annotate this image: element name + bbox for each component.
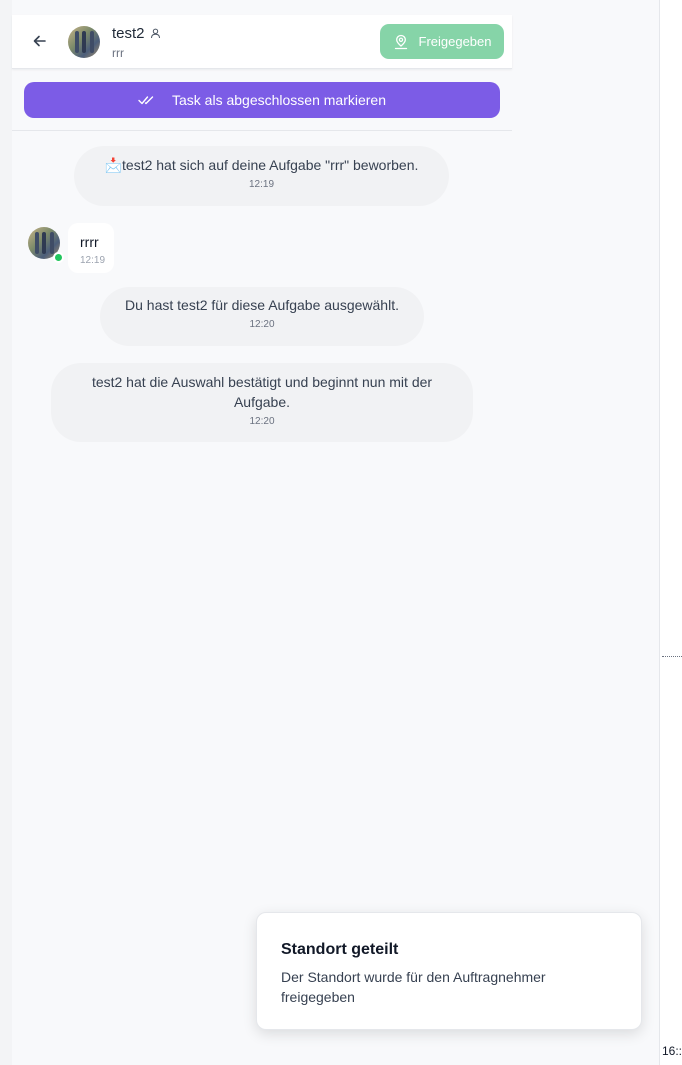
message-time: 12:20 bbox=[249, 319, 275, 330]
left-edge bbox=[0, 0, 12, 1065]
contact-name[interactable]: test2 bbox=[112, 25, 145, 42]
message-time: 12:19 bbox=[248, 179, 275, 190]
arrow-left-icon bbox=[33, 35, 46, 47]
chat-header: test2 rrr Freigegeben bbox=[12, 15, 512, 69]
toast-description: Der Standort wurde für den Auftragnehmer… bbox=[281, 969, 546, 1005]
message-time: 12:19 bbox=[80, 255, 106, 266]
contact-avatar[interactable] bbox=[68, 26, 100, 58]
message-text: test2 hat sich auf deine Aufgabe "rrr" b… bbox=[122, 157, 419, 173]
online-status-indicator bbox=[53, 252, 64, 263]
share-button-label: Freigegeben bbox=[418, 34, 492, 49]
task-subtitle: rrr bbox=[112, 46, 124, 60]
toast-notification[interactable]: Standort geteilt Der Standort wurde für … bbox=[256, 912, 642, 1030]
action-bar: Task als abgeschlossen markieren bbox=[12, 70, 512, 131]
user-message-bubble[interactable]: rrrr 12:19 bbox=[68, 223, 114, 273]
map-pin-icon bbox=[394, 34, 407, 49]
right-panel-edge bbox=[660, 0, 682, 1065]
double-check-icon bbox=[138, 96, 154, 105]
message-text: Du hast test2 für diese Aufgabe ausgewäh… bbox=[125, 297, 399, 313]
message-text: test2 hat die Auswahl bestätigt und begi… bbox=[91, 374, 433, 410]
location-shared-button[interactable]: Freigegeben bbox=[380, 24, 504, 59]
message-time: 12:20 bbox=[249, 416, 275, 427]
system-message: test2 hat die Auswahl bestätigt und begi… bbox=[51, 363, 473, 442]
system-message: Du hast test2 für diese Aufgabe ausgewäh… bbox=[100, 287, 424, 346]
complete-task-label: Task als abgeschlossen markieren bbox=[172, 92, 386, 108]
chat-page: 16:: test2 rrr Freigegeben Task als abge… bbox=[0, 0, 682, 1065]
system-message: 📩test2 hat sich auf deine Aufgabe "rrr" … bbox=[74, 146, 449, 206]
dotted-line bbox=[662, 656, 682, 657]
clipped-time-label: 16:: bbox=[662, 1044, 682, 1058]
back-button[interactable] bbox=[30, 31, 50, 51]
contact-name-row: test2 bbox=[112, 25, 161, 42]
user-icon bbox=[150, 28, 160, 39]
toast-title: Standort geteilt bbox=[281, 941, 399, 958]
message-text: rrrr bbox=[80, 234, 99, 250]
envelope-emoji: 📩 bbox=[104, 157, 123, 173]
complete-task-button[interactable]: Task als abgeschlossen markieren bbox=[24, 82, 500, 118]
